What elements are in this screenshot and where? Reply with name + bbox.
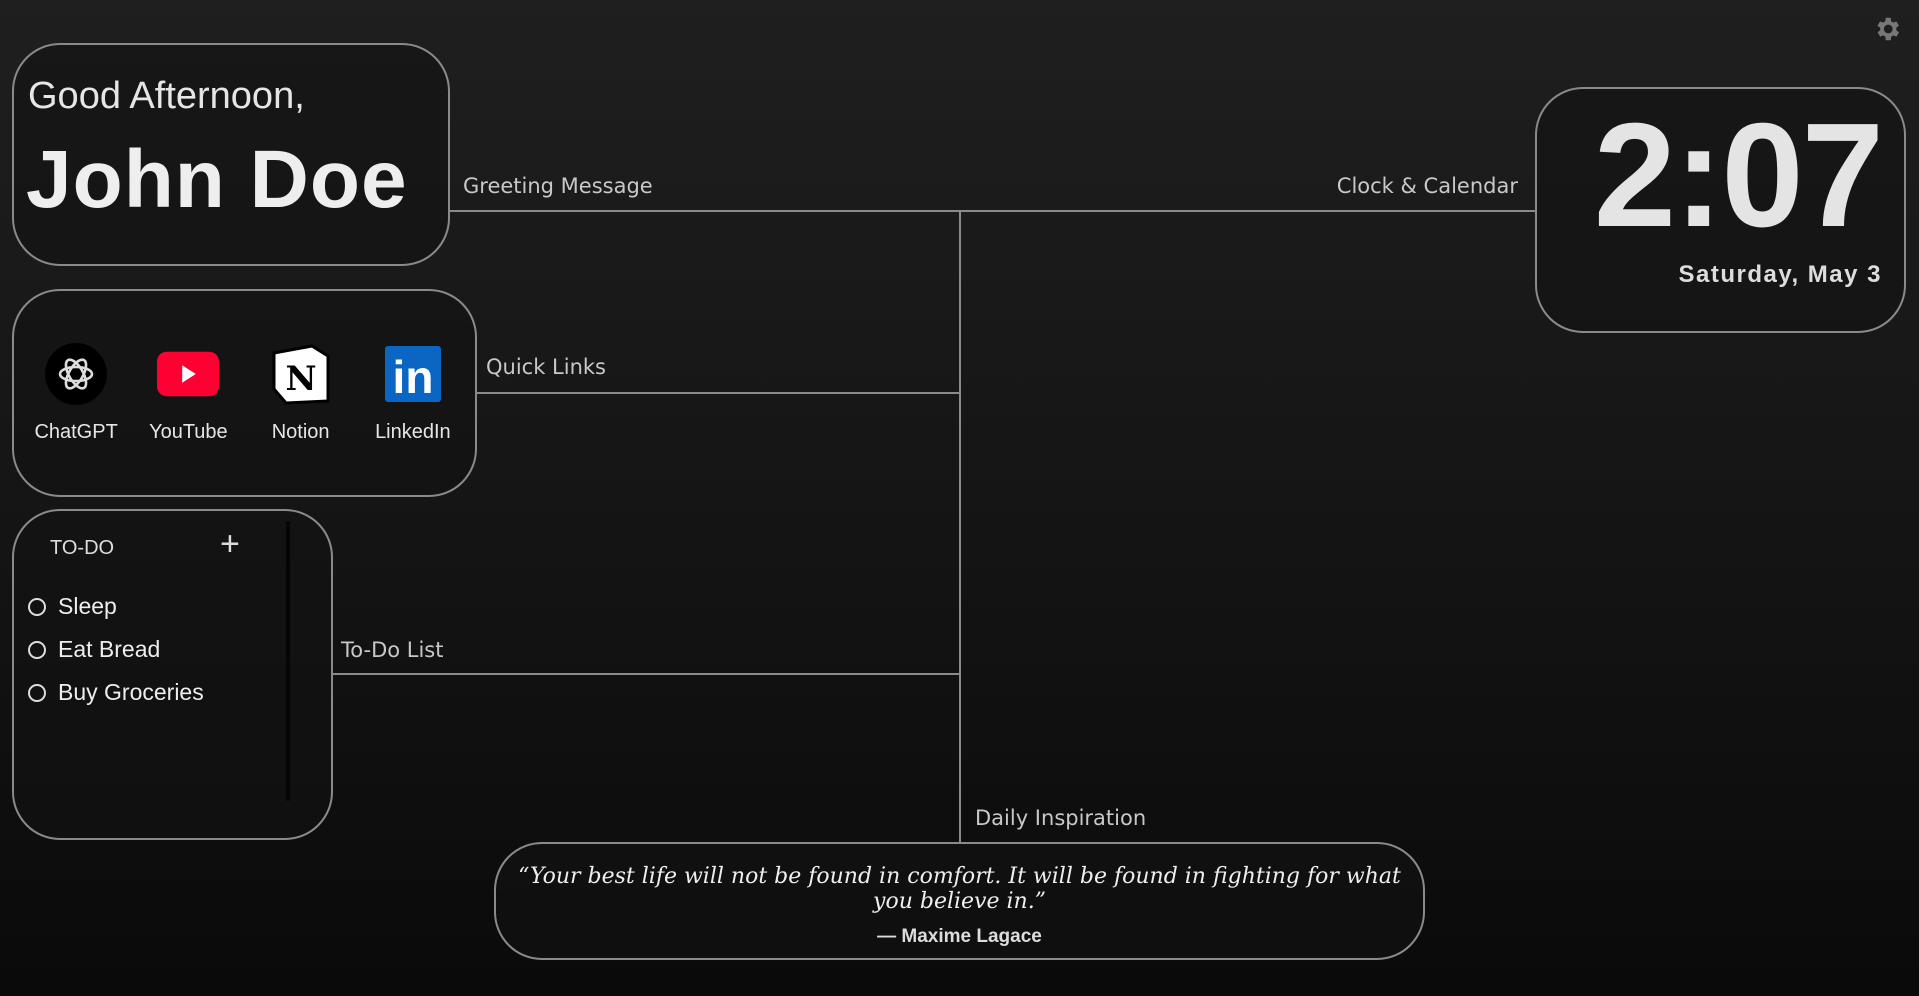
quick-link-youtube[interactable]: YouTube xyxy=(133,343,243,444)
greeting-section-label: Greeting Message xyxy=(463,174,653,198)
svg-text:in: in xyxy=(392,351,433,402)
quick-link-chatgpt[interactable]: ChatGPT xyxy=(21,342,131,444)
clock-section-label: Clock & Calendar xyxy=(1336,174,1518,198)
todo-checkbox[interactable] xyxy=(28,640,46,659)
youtube-icon xyxy=(157,343,220,405)
quick-link-label: YouTube xyxy=(149,420,228,443)
todo-item: Eat Bread xyxy=(28,636,160,663)
settings-gear-icon[interactable] xyxy=(1872,14,1902,44)
add-todo-button[interactable]: + xyxy=(220,525,240,564)
clock-card: 2:07 Saturday, May 3 xyxy=(1535,87,1906,333)
quote-text: “Your best life will not be found in com… xyxy=(518,864,1401,914)
quick-link-label: LinkedIn xyxy=(375,420,451,443)
todo-checkbox[interactable] xyxy=(28,597,46,616)
calendar-date: Saturday, May 3 xyxy=(1678,261,1882,288)
todo-text: Sleep xyxy=(58,593,117,619)
inspiration-card: “Your best life will not be found in com… xyxy=(494,842,1425,960)
quick-links-section-label: Quick Links xyxy=(486,355,607,379)
todo-checkbox[interactable] xyxy=(28,683,46,702)
svg-text:N: N xyxy=(285,359,316,399)
connector-quick-links xyxy=(477,392,960,394)
todo-section-label: To-Do List xyxy=(341,638,444,662)
quick-link-label: ChatGPT xyxy=(34,420,118,443)
todo-item: Buy Groceries xyxy=(28,679,204,706)
clock-time: 2:07 xyxy=(1593,93,1884,258)
todo-text: Buy Groceries xyxy=(58,679,204,705)
greeting-card: Good Afternoon, John Doe xyxy=(12,43,450,266)
connector-greeting xyxy=(450,210,1535,212)
greeting-salutation: Good Afternoon, xyxy=(28,75,305,117)
quick-link-notion[interactable]: N Notion xyxy=(246,343,356,444)
todo-item: Sleep xyxy=(28,593,117,620)
connector-todo xyxy=(333,673,960,675)
quote-author: — Maxime Lagace xyxy=(877,926,1042,947)
quick-link-label: Notion xyxy=(271,420,330,443)
todo-scrollbar[interactable] xyxy=(286,521,290,801)
quick-link-linkedin[interactable]: in LinkedIn xyxy=(358,343,468,444)
linkedin-icon: in xyxy=(382,343,444,405)
inspiration-section-label: Daily Inspiration xyxy=(975,806,1147,830)
notion-icon: N xyxy=(270,343,332,405)
user-name: John Doe xyxy=(26,134,408,225)
quick-links-card: ChatGPT YouTube N Notion in LinkedIn xyxy=(12,289,477,497)
connector-vertical xyxy=(959,210,961,842)
todo-card: TO-DO + Sleep Eat Bread Buy Groceries xyxy=(12,509,333,840)
todo-header: TO-DO xyxy=(50,537,115,559)
todo-text: Eat Bread xyxy=(58,636,161,662)
chatgpt-icon xyxy=(45,342,108,405)
